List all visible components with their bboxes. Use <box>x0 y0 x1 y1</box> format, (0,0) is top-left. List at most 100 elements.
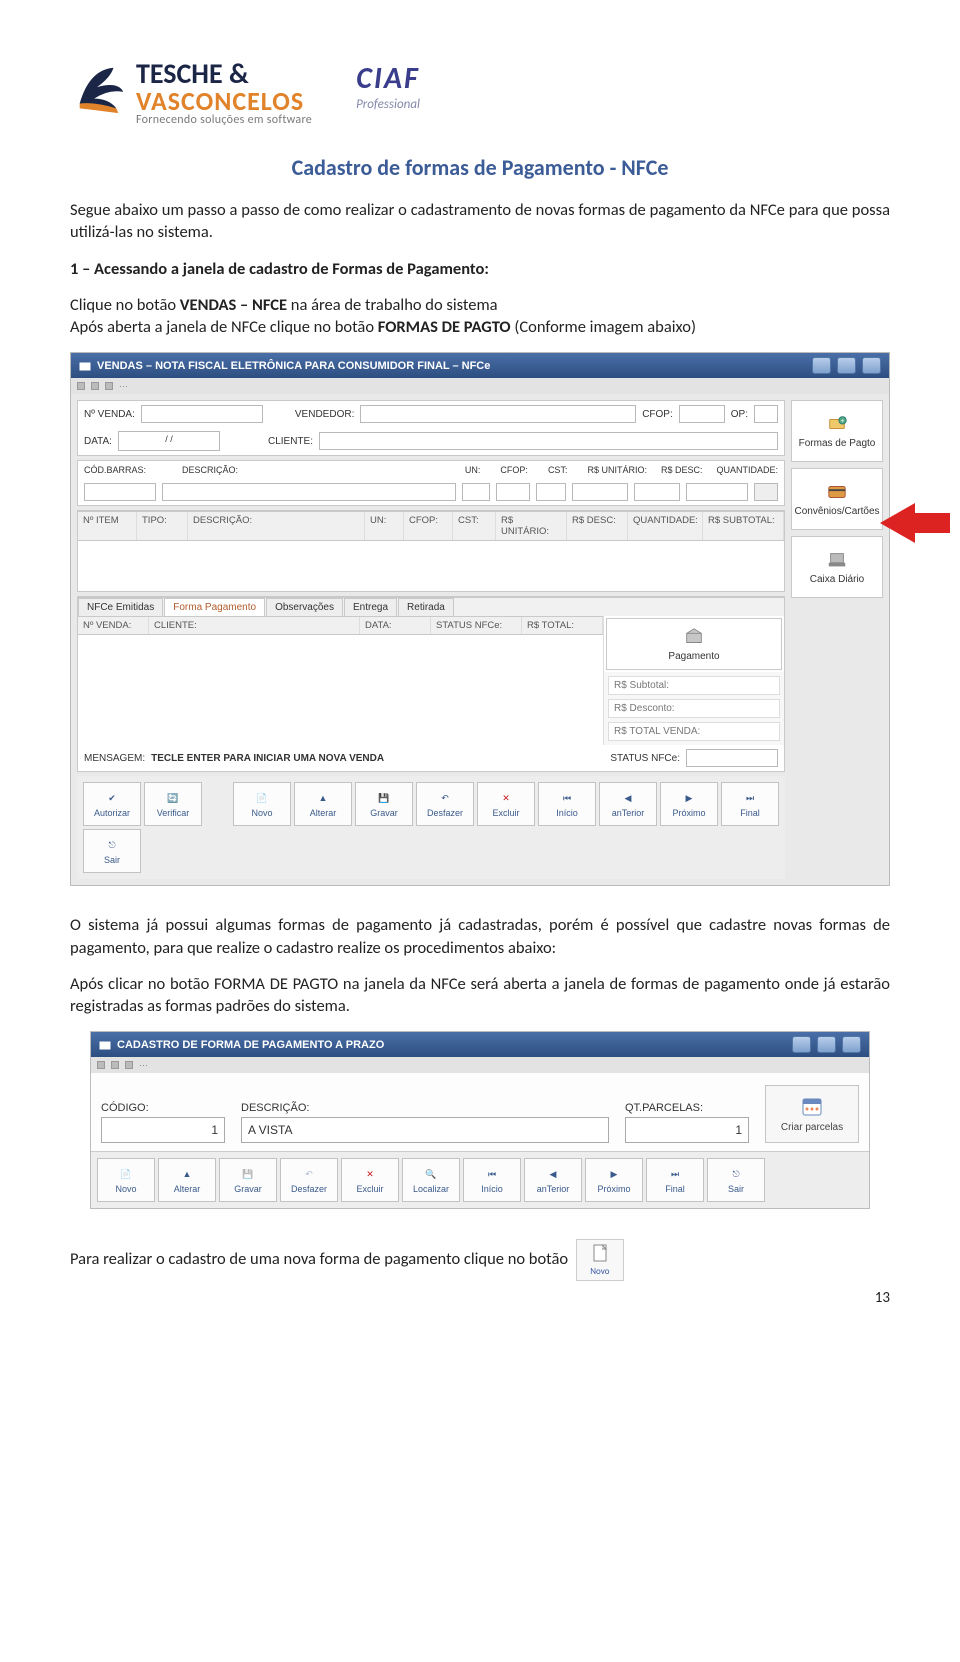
toolbar-autorizar[interactable]: ✔Autorizar <box>83 782 141 826</box>
logo-line2: VASCONCELOS <box>136 88 312 114</box>
input-vendedor[interactable] <box>360 405 636 423</box>
label-descricao-s2: DESCRIÇÃO: <box>241 1102 609 1114</box>
s2-toolbar-alterar[interactable]: ▲Alterar <box>158 1158 216 1202</box>
tab-retirada[interactable]: Retirada <box>398 598 454 616</box>
s2-toolbar: 📄Novo ▲Alterar 💾Gravar ↶Desfazer ✕Exclui… <box>91 1151 869 1208</box>
logo-tesche-vasconcelos: TESCHE & VASCONCELOS Fornecendo soluções… <box>70 60 312 126</box>
toolbar-sair[interactable]: ⎋Sair <box>83 829 141 873</box>
input-cfop[interactable] <box>679 405 725 423</box>
s2-toolbar-anterior[interactable]: ◀anTerior <box>524 1158 582 1202</box>
paragraph-5: Após clicar no botão FORMA DE PAGTO na j… <box>70 973 890 1018</box>
items-grid-body[interactable] <box>78 540 784 591</box>
s2-toolbar-proximo[interactable]: ▶Próximo <box>585 1158 643 1202</box>
s2-close-button[interactable] <box>842 1036 861 1053</box>
page-number: 13 <box>875 1289 890 1307</box>
label-op: OP: <box>731 409 748 420</box>
step1-heading: 1 – Acessando a janela de cadastro de Fo… <box>70 258 890 280</box>
input-data[interactable]: / / <box>118 431 220 451</box>
input-codigo[interactable]: 1 <box>101 1117 225 1143</box>
tab-nfce-emitidas[interactable]: NFCe Emitidas <box>78 598 163 616</box>
input-cliente[interactable] <box>319 432 778 450</box>
lower-grid-header: Nº VENDA: CLIENTE: DATA: STATUS NFCe: R$… <box>78 616 603 634</box>
logo-tagline: Fornecendo soluções em software <box>136 114 312 126</box>
toolbar-anterior[interactable]: ◀anTerior <box>599 782 657 826</box>
input-quant[interactable] <box>686 483 748 501</box>
input-cst[interactable] <box>536 483 566 501</box>
page-title: Cadastro de formas de Pagamento - NFCe <box>70 154 890 181</box>
nfce-toolbar: ✔Autorizar 🔄Verificar 📄Novo ▲Alterar 💾Gr… <box>77 776 785 879</box>
s2-menubar: ⋯ <box>91 1057 869 1073</box>
header-logos: TESCHE & VASCONCELOS Fornecendo soluções… <box>70 60 890 126</box>
s2-toolbar-gravar[interactable]: 💾Gravar <box>219 1158 277 1202</box>
intro-paragraph: Segue abaixo um passo a passo de como re… <box>70 199 890 244</box>
s2-toolbar-final[interactable]: ⏭Final <box>646 1158 704 1202</box>
s2-window-title: CADASTRO DE FORMA DE PAGAMENTO A PRAZO <box>117 1039 384 1051</box>
paragraph-4: O sistema já possui algumas formas de pa… <box>70 914 890 959</box>
toolbar-proximo[interactable]: ▶Próximo <box>660 782 718 826</box>
criar-parcelas-button[interactable]: Criar parcelas <box>765 1085 859 1143</box>
toolbar-final[interactable]: ⏭Final <box>721 782 779 826</box>
minimize-button[interactable] <box>812 357 831 374</box>
tab-observacoes[interactable]: Observações <box>266 598 343 616</box>
s2-toolbar-excluir[interactable]: ✕Excluir <box>341 1158 399 1202</box>
close-button[interactable] <box>862 357 881 374</box>
side-formas-pagto-button[interactable]: + Formas de Pagto <box>791 400 883 462</box>
logo-ciaf: CIAF Professional <box>356 60 420 112</box>
input-descricao[interactable] <box>162 483 456 501</box>
s2-toolbar-localizar[interactable]: 🔍Localizar <box>402 1158 460 1202</box>
inline-novo-button-icon: Novo <box>576 1239 624 1281</box>
totals-panel: R$ Subtotal: R$ Desconto: R$ TOTAL VENDA… <box>604 672 784 745</box>
toolbar-gravar[interactable]: 💾Gravar <box>355 782 413 826</box>
tab-entrega[interactable]: Entrega <box>344 598 397 616</box>
label-un: UN: <box>465 465 481 475</box>
input-qtparcelas[interactable]: 1 <box>625 1117 749 1143</box>
label-codbarras: CÓD.BARRAS: <box>84 465 146 475</box>
input-codbarras[interactable] <box>84 483 156 501</box>
label-qtparcelas: QT.PARCELAS: <box>625 1102 749 1114</box>
label-rdesc: R$ DESC: <box>661 465 703 475</box>
s2-toolbar-sair[interactable]: ⎋Sair <box>707 1158 765 1202</box>
button-add-item[interactable] <box>754 483 778 501</box>
label-vendedor: VENDEDOR: <box>295 409 354 420</box>
input-un[interactable] <box>462 483 490 501</box>
toolbar-alterar[interactable]: ▲Alterar <box>294 782 352 826</box>
label-runit: R$ UNITÁRIO: <box>587 465 647 475</box>
svg-text:+: + <box>841 418 845 425</box>
label-cfop2: CFOP: <box>500 465 528 475</box>
toolbar-novo[interactable]: 📄Novo <box>233 782 291 826</box>
label-data: DATA: <box>84 436 112 447</box>
input-rdesc[interactable] <box>634 483 680 501</box>
input-runit[interactable] <box>572 483 628 501</box>
side-caixa-button[interactable]: Caixa Diário <box>791 536 883 598</box>
step1-text-1: Clique no botão VENDAS – NFCE na área de… <box>70 294 890 339</box>
s2-toolbar-novo[interactable]: 📄Novo <box>97 1158 155 1202</box>
toolbar-desfazer[interactable]: ↶Desfazer <box>416 782 474 826</box>
lower-grid-body[interactable] <box>78 634 603 725</box>
toolbar-verificar[interactable]: 🔄Verificar <box>144 782 202 826</box>
tab-forma-pagamento[interactable]: Forma Pagamento <box>164 598 265 616</box>
screenshot-nfce-window: VENDAS – NOTA FISCAL ELETRÔNICA PARA CON… <box>70 352 890 886</box>
tabs: NFCe Emitidas Forma Pagamento Observaçõe… <box>78 597 784 616</box>
window-title: VENDAS – NOTA FISCAL ELETRÔNICA PARA CON… <box>97 360 490 372</box>
s2-toolbar-inicio[interactable]: ⏮Início <box>463 1158 521 1202</box>
label-codigo: CÓDIGO: <box>101 1102 225 1114</box>
input-descricao-s2[interactable]: A VISTA <box>241 1117 609 1143</box>
toolbar-excluir[interactable]: ✕Excluir <box>477 782 535 826</box>
input-op[interactable] <box>754 405 778 423</box>
logo-line1: TESCHE & <box>136 60 312 88</box>
label-quant: QUANTIDADE: <box>716 465 778 475</box>
label-cfop: CFOP: <box>642 409 673 420</box>
screenshot-cadastro-forma-pagto: CADASTRO DE FORMA DE PAGAMENTO A PRAZO ⋯… <box>90 1031 870 1209</box>
s2-toolbar-desfazer[interactable]: ↶Desfazer <box>280 1158 338 1202</box>
side-convenios-button[interactable]: Convênios/Cartões <box>791 468 883 530</box>
pagamento-button[interactable]: Pagamento <box>606 618 782 670</box>
input-cfop2[interactable] <box>496 483 530 501</box>
input-nvenda[interactable] <box>141 405 263 423</box>
label-nvenda: Nº VENDA: <box>84 409 135 420</box>
maximize-button[interactable] <box>837 357 856 374</box>
window-menubar: ⋯ <box>71 378 889 394</box>
s2-minimize-button[interactable] <box>792 1036 811 1053</box>
toolbar-inicio[interactable]: ⏮Início <box>538 782 596 826</box>
s2-maximize-button[interactable] <box>817 1036 836 1053</box>
status-label: STATUS NFCe: <box>610 753 680 764</box>
